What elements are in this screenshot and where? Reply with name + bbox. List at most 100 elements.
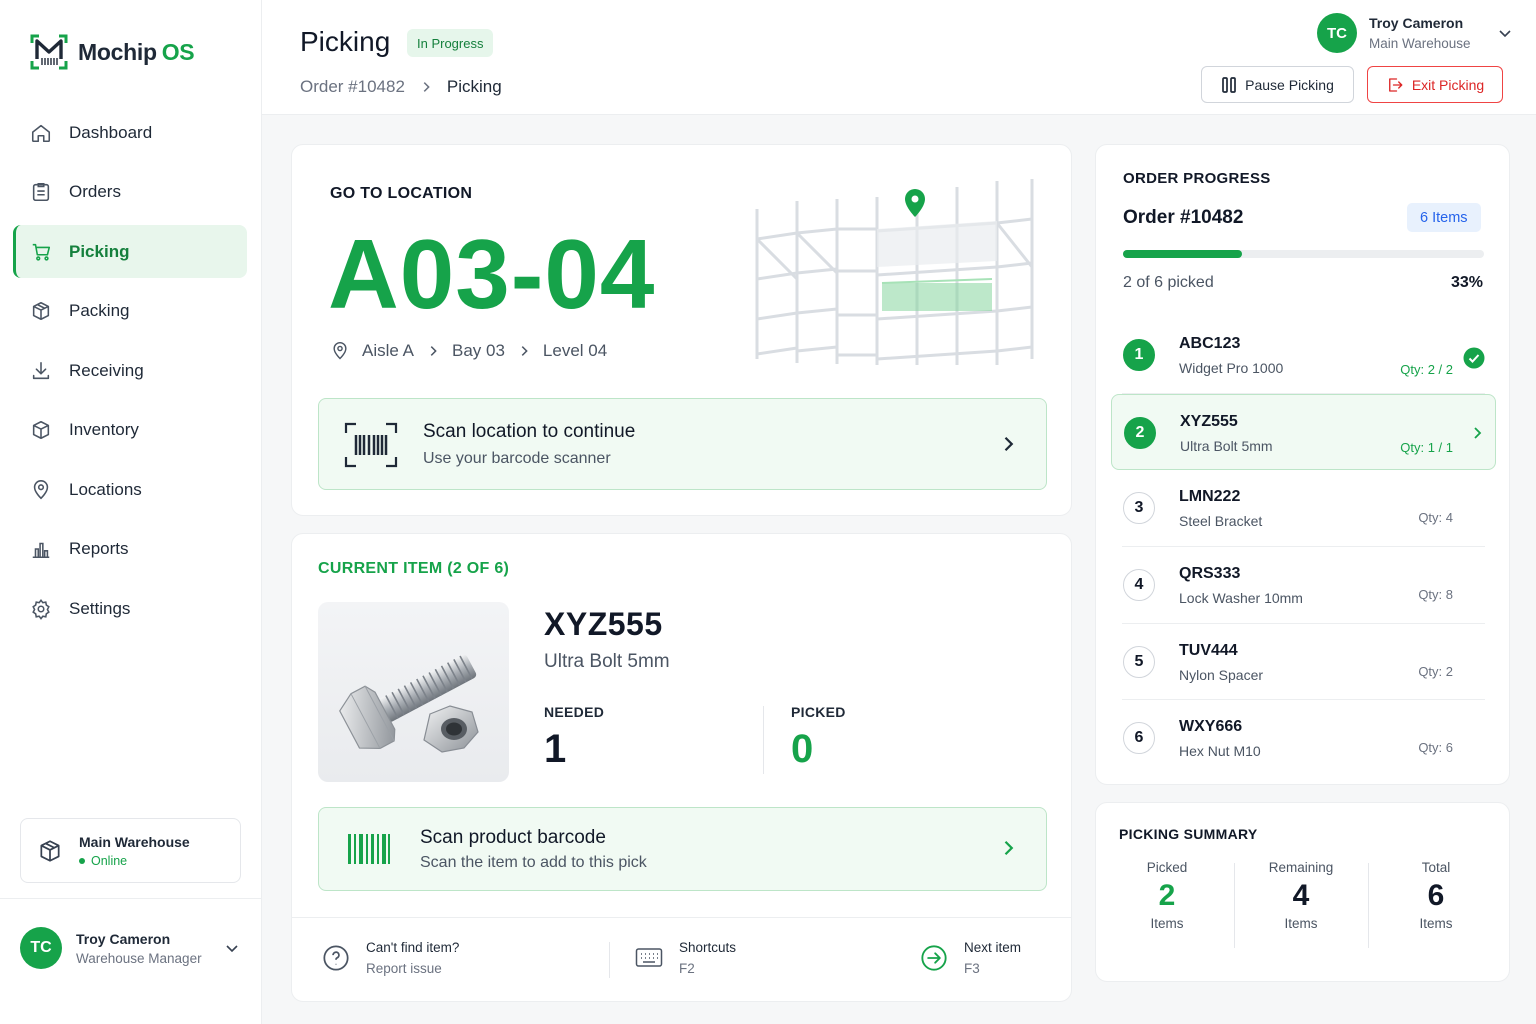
shortcuts-button[interactable]: Shortcuts F2 bbox=[635, 940, 736, 976]
user-role: Warehouse Manager bbox=[76, 951, 202, 966]
hex-nut bbox=[423, 705, 479, 753]
pick-line[interactable]: 1 ABC123 Widget Pro 1000 Qty: 2 / 2 bbox=[1122, 317, 1485, 394]
pick-line-active[interactable]: 2 XYZ555 Ultra Bolt 5mm Qty: 1 / 1 bbox=[1111, 393, 1496, 471]
pause-label: Pause Picking bbox=[1245, 76, 1334, 93]
items-count-badge: 6 Items bbox=[1407, 203, 1481, 232]
line-qty: Qty: 1 / 1 bbox=[1400, 439, 1453, 455]
pause-picking-button[interactable]: Pause Picking bbox=[1201, 66, 1354, 103]
product-image bbox=[318, 602, 509, 782]
line-qty: Qty: 4 bbox=[1418, 510, 1453, 526]
main-nav: Dashboard Orders Picking Packing Receivi… bbox=[13, 106, 247, 642]
home-icon bbox=[31, 124, 51, 142]
nav-label: Orders bbox=[69, 182, 121, 201]
level: Level 04 bbox=[542, 341, 608, 360]
nav-label: Packing bbox=[69, 301, 130, 320]
avatar: TC bbox=[1317, 13, 1357, 53]
line-sku: QRS333 bbox=[1179, 565, 1241, 583]
page-title: Picking bbox=[300, 26, 391, 57]
line-sku: XYZ555 bbox=[1180, 412, 1238, 430]
picking-summary-card: PICKING SUMMARY Picked 2 Items Remaining… bbox=[1095, 802, 1510, 982]
line-number: 2 bbox=[1124, 416, 1156, 449]
header-user[interactable]: TC Troy Cameron Main Warehouse bbox=[1317, 13, 1513, 53]
nav-item-settings[interactable]: Settings bbox=[13, 582, 247, 635]
nav-item-packing[interactable]: Packing bbox=[13, 285, 247, 338]
progress-percent: 33% bbox=[1450, 274, 1483, 291]
status-badge: In Progress bbox=[407, 29, 494, 57]
box-icon bbox=[32, 301, 50, 321]
scan-location-prompt[interactable]: Scan location to continue Use your barco… bbox=[318, 398, 1047, 490]
line-number: 5 bbox=[1123, 645, 1155, 678]
summary-label: PICKING SUMMARY bbox=[1119, 826, 1258, 842]
location-label: GO TO LOCATION bbox=[330, 185, 473, 202]
nav-item-inventory[interactable]: Inventory bbox=[13, 404, 247, 457]
chevron-right-icon bbox=[430, 346, 437, 356]
pick-line-list: 1 ABC123 Widget Pro 1000 Qty: 2 / 2 2 XY… bbox=[1096, 317, 1511, 777]
breadcrumb: Order #10482 Picking bbox=[300, 77, 502, 97]
location-card: GO TO LOCATION A03-04 Aisle A Bay 03 Lev… bbox=[291, 144, 1072, 516]
help-circle-icon bbox=[323, 945, 349, 971]
warehouse-card[interactable]: Main Warehouse Online bbox=[20, 818, 241, 883]
next-item-title: Next item bbox=[964, 940, 1022, 955]
breadcrumb-order[interactable]: Order #10482 bbox=[300, 77, 405, 97]
next-item-button[interactable]: Next item F3 bbox=[920, 940, 1021, 976]
needed-value: 1 bbox=[544, 727, 567, 771]
cant-find-subtitle: Report issue bbox=[366, 961, 442, 976]
scan-product-prompt[interactable]: Scan product barcode Scan the item to ad… bbox=[318, 807, 1047, 891]
pick-line[interactable]: 4 QRS333 Lock Washer 10mm Qty: 8 bbox=[1122, 547, 1485, 624]
pin-icon bbox=[333, 341, 347, 360]
line-number: 6 bbox=[1123, 722, 1155, 755]
warehouse-status-text: Online bbox=[91, 853, 128, 868]
nav-label: Settings bbox=[69, 598, 131, 618]
nav-item-receiving[interactable]: Receiving bbox=[13, 344, 247, 397]
pick-line[interactable]: 3 LMN222 Steel Bracket Qty: 4 bbox=[1122, 470, 1485, 548]
shelving-rack-illustration bbox=[755, 179, 1034, 365]
cart-icon bbox=[32, 243, 51, 261]
summary-remaining-label: Remaining bbox=[1268, 860, 1334, 875]
location-path: Aisle A Bay 03 Level 04 bbox=[330, 341, 607, 361]
needed-label: NEEDED bbox=[544, 704, 605, 720]
summary-total: Total 6 Items bbox=[1369, 860, 1503, 931]
nav-item-dashboard[interactable]: Dashboard bbox=[13, 106, 247, 159]
gear-icon bbox=[32, 598, 50, 620]
nav-item-picking[interactable]: Picking bbox=[13, 225, 247, 278]
order-progress-label: ORDER PROGRESS bbox=[1123, 170, 1271, 187]
summary-remaining: Remaining 4 Items bbox=[1234, 860, 1368, 931]
divider bbox=[763, 706, 764, 774]
item-sku: XYZ555 bbox=[544, 606, 663, 642]
line-name: Ultra Bolt 5mm bbox=[1180, 437, 1273, 454]
bay: Bay 03 bbox=[451, 341, 505, 360]
pick-line[interactable]: 6 WXY666 Hex Nut M10 Qty: 6 bbox=[1122, 700, 1485, 777]
line-number: 3 bbox=[1123, 492, 1155, 525]
line-sku: WXY666 bbox=[1179, 718, 1243, 736]
barcode-scan-icon bbox=[344, 422, 398, 468]
chevron-right-icon bbox=[1004, 840, 1014, 856]
nav-item-reports[interactable]: Reports bbox=[13, 523, 247, 576]
bar-chart-icon bbox=[32, 542, 50, 559]
scan-product-title: Scan product barcode bbox=[420, 827, 606, 848]
order-number: Order #10482 bbox=[1123, 207, 1244, 228]
item-footer: Can't find item? Report issue Shortcuts F2… bbox=[292, 917, 1071, 1002]
brand-name: Mochip bbox=[78, 38, 157, 65]
chevron-right-icon bbox=[521, 346, 528, 356]
chevron-down-icon[interactable] bbox=[1497, 25, 1513, 41]
pick-line[interactable]: 5 TUV444 Nylon Spacer Qty: 2 bbox=[1122, 624, 1485, 701]
shortcuts-key: F2 bbox=[679, 961, 695, 976]
nav-item-orders[interactable]: Orders bbox=[13, 166, 247, 219]
progress-bar-fill bbox=[1123, 250, 1243, 258]
app-logo[interactable]: Mochip OS bbox=[28, 31, 195, 73]
line-sku: ABC123 bbox=[1179, 335, 1241, 352]
sidebar: Mochip OS Dashboard Orders Picking Packin… bbox=[0, 0, 262, 1024]
chevron-right-icon bbox=[1004, 436, 1014, 452]
summary-total-value: 6 bbox=[1427, 879, 1445, 912]
sidebar-user[interactable]: TC Troy Cameron Warehouse Manager bbox=[0, 898, 262, 1024]
bolt-nut-illustration bbox=[339, 654, 479, 753]
breadcrumb-current: Picking bbox=[446, 77, 502, 96]
line-name: Widget Pro 1000 bbox=[1179, 360, 1284, 376]
line-qty: Qty: 6 bbox=[1418, 740, 1453, 756]
user-warehouse: Main Warehouse bbox=[1369, 36, 1471, 51]
cant-find-item-button[interactable]: Can't find item? Report issue bbox=[322, 940, 459, 976]
line-name: Nylon Spacer bbox=[1179, 666, 1264, 683]
nav-item-locations[interactable]: Locations bbox=[13, 463, 247, 516]
exit-picking-button[interactable]: Exit Picking bbox=[1367, 66, 1503, 103]
chevron-down-icon[interactable] bbox=[224, 940, 240, 956]
